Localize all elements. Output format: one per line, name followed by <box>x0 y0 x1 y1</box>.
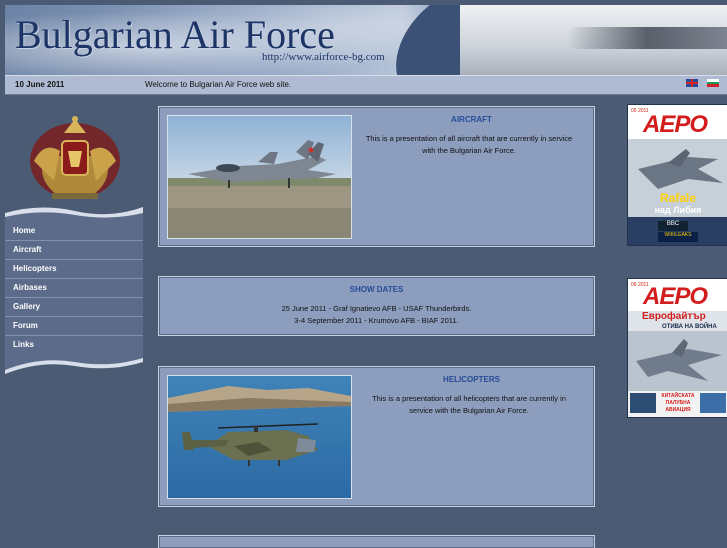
current-date: 10 June 2011 <box>15 80 65 89</box>
helicopters-description: This is a presentation of all helicopter… <box>354 393 584 417</box>
magazine-headline: Еврофайтър <box>642 311 706 322</box>
date-bar <box>5 75 727 95</box>
nav-item-gallery[interactable]: Gallery <box>5 298 143 317</box>
bulgaria-flag-icon[interactable] <box>707 79 719 87</box>
aero-magazine-cover-may[interactable]: 05 2011 АЕРО Rafale над Либия BBC WIKILE… <box>627 104 727 246</box>
helicopters-text-line-1: This is a presentation of all helicopter… <box>372 394 566 403</box>
magazine-strip-2: WIKILEAKS <box>658 232 698 242</box>
show-date-line-1: 25 June 2011 - Graf Ignatievo AFB - USAF… <box>281 304 472 313</box>
aircraft-text-line-2: with the Bulgarian Air Force. <box>422 146 516 155</box>
magazine-thumbnail <box>630 393 656 413</box>
aircraft-description: This is a presentation of all aircraft t… <box>354 133 584 157</box>
helicopters-panel: HELICOPTERS This is a presentation of al… <box>158 366 595 507</box>
site-url[interactable]: http://www.airforce-bg.com <box>262 51 385 63</box>
nav-top-wave <box>5 207 143 223</box>
nav-item-airbases[interactable]: Airbases <box>5 279 143 298</box>
main-navigation: Home Aircraft Helicopters Airbases Galle… <box>5 222 143 355</box>
jet-photo-strip <box>460 5 727 75</box>
show-dates-list: 25 June 2011 - Graf Ignatievo AFB - USAF… <box>159 303 594 327</box>
helicopters-text-line-2: service with the Bulgarian Air Force. <box>409 406 529 415</box>
show-dates-title: SHOW DATES <box>349 285 404 294</box>
next-panel-partial <box>158 535 595 548</box>
nav-item-forum[interactable]: Forum <box>5 317 143 336</box>
nav-item-home[interactable]: Home <box>5 222 143 241</box>
nav-item-helicopters[interactable]: Helicopters <box>5 260 143 279</box>
nav-item-aircraft[interactable]: Aircraft <box>5 241 143 260</box>
magazine-strip-1: BBC <box>658 221 688 231</box>
aircraft-panel: AIRCRAFT This is a presentation of all a… <box>158 106 595 247</box>
welcome-message: Welcome to Bulgarian Air Force web site. <box>145 80 292 89</box>
show-date-line-2: 3-4 September 2011 - Krumovo AFB - BIAF … <box>294 316 459 325</box>
nav-bottom-wave <box>5 354 143 374</box>
aircraft-title[interactable]: AIRCRAFT <box>379 115 564 124</box>
uk-flag-icon[interactable] <box>686 79 698 87</box>
magazine-brand: АЕРО <box>643 111 708 138</box>
magazine-brand: АЕРО <box>643 283 708 310</box>
helicopters-title[interactable]: HELICOPTERS <box>379 375 564 384</box>
magazine-subheadline: ОТИВА НА ВОЙНА <box>662 324 717 330</box>
aircraft-text-line-1: This is a presentation of all aircraft t… <box>365 134 573 143</box>
mig29-photo[interactable] <box>167 115 352 239</box>
magazine-strip-1: КИТАЙСКАТА ПАЛУБНА АВИАЦИЯ <box>661 393 695 413</box>
nav-item-links[interactable]: Links <box>5 336 143 355</box>
cougar-helicopter-photo[interactable] <box>167 375 352 499</box>
coat-of-arms-icon <box>30 116 120 199</box>
magazine-thumbnail <box>700 393 726 413</box>
aero-magazine-cover-june[interactable]: 06 2011 АЕРО Еврофайтър ОТИВА НА ВОЙНА К… <box>627 278 727 418</box>
eurofighter-jet-image <box>628 331 727 391</box>
magazine-subheadline: над Либия <box>654 205 702 215</box>
magazine-headline: Rafale <box>659 191 697 205</box>
show-dates-panel: SHOW DATES 25 June 2011 - Graf Ignatievo… <box>158 276 595 336</box>
